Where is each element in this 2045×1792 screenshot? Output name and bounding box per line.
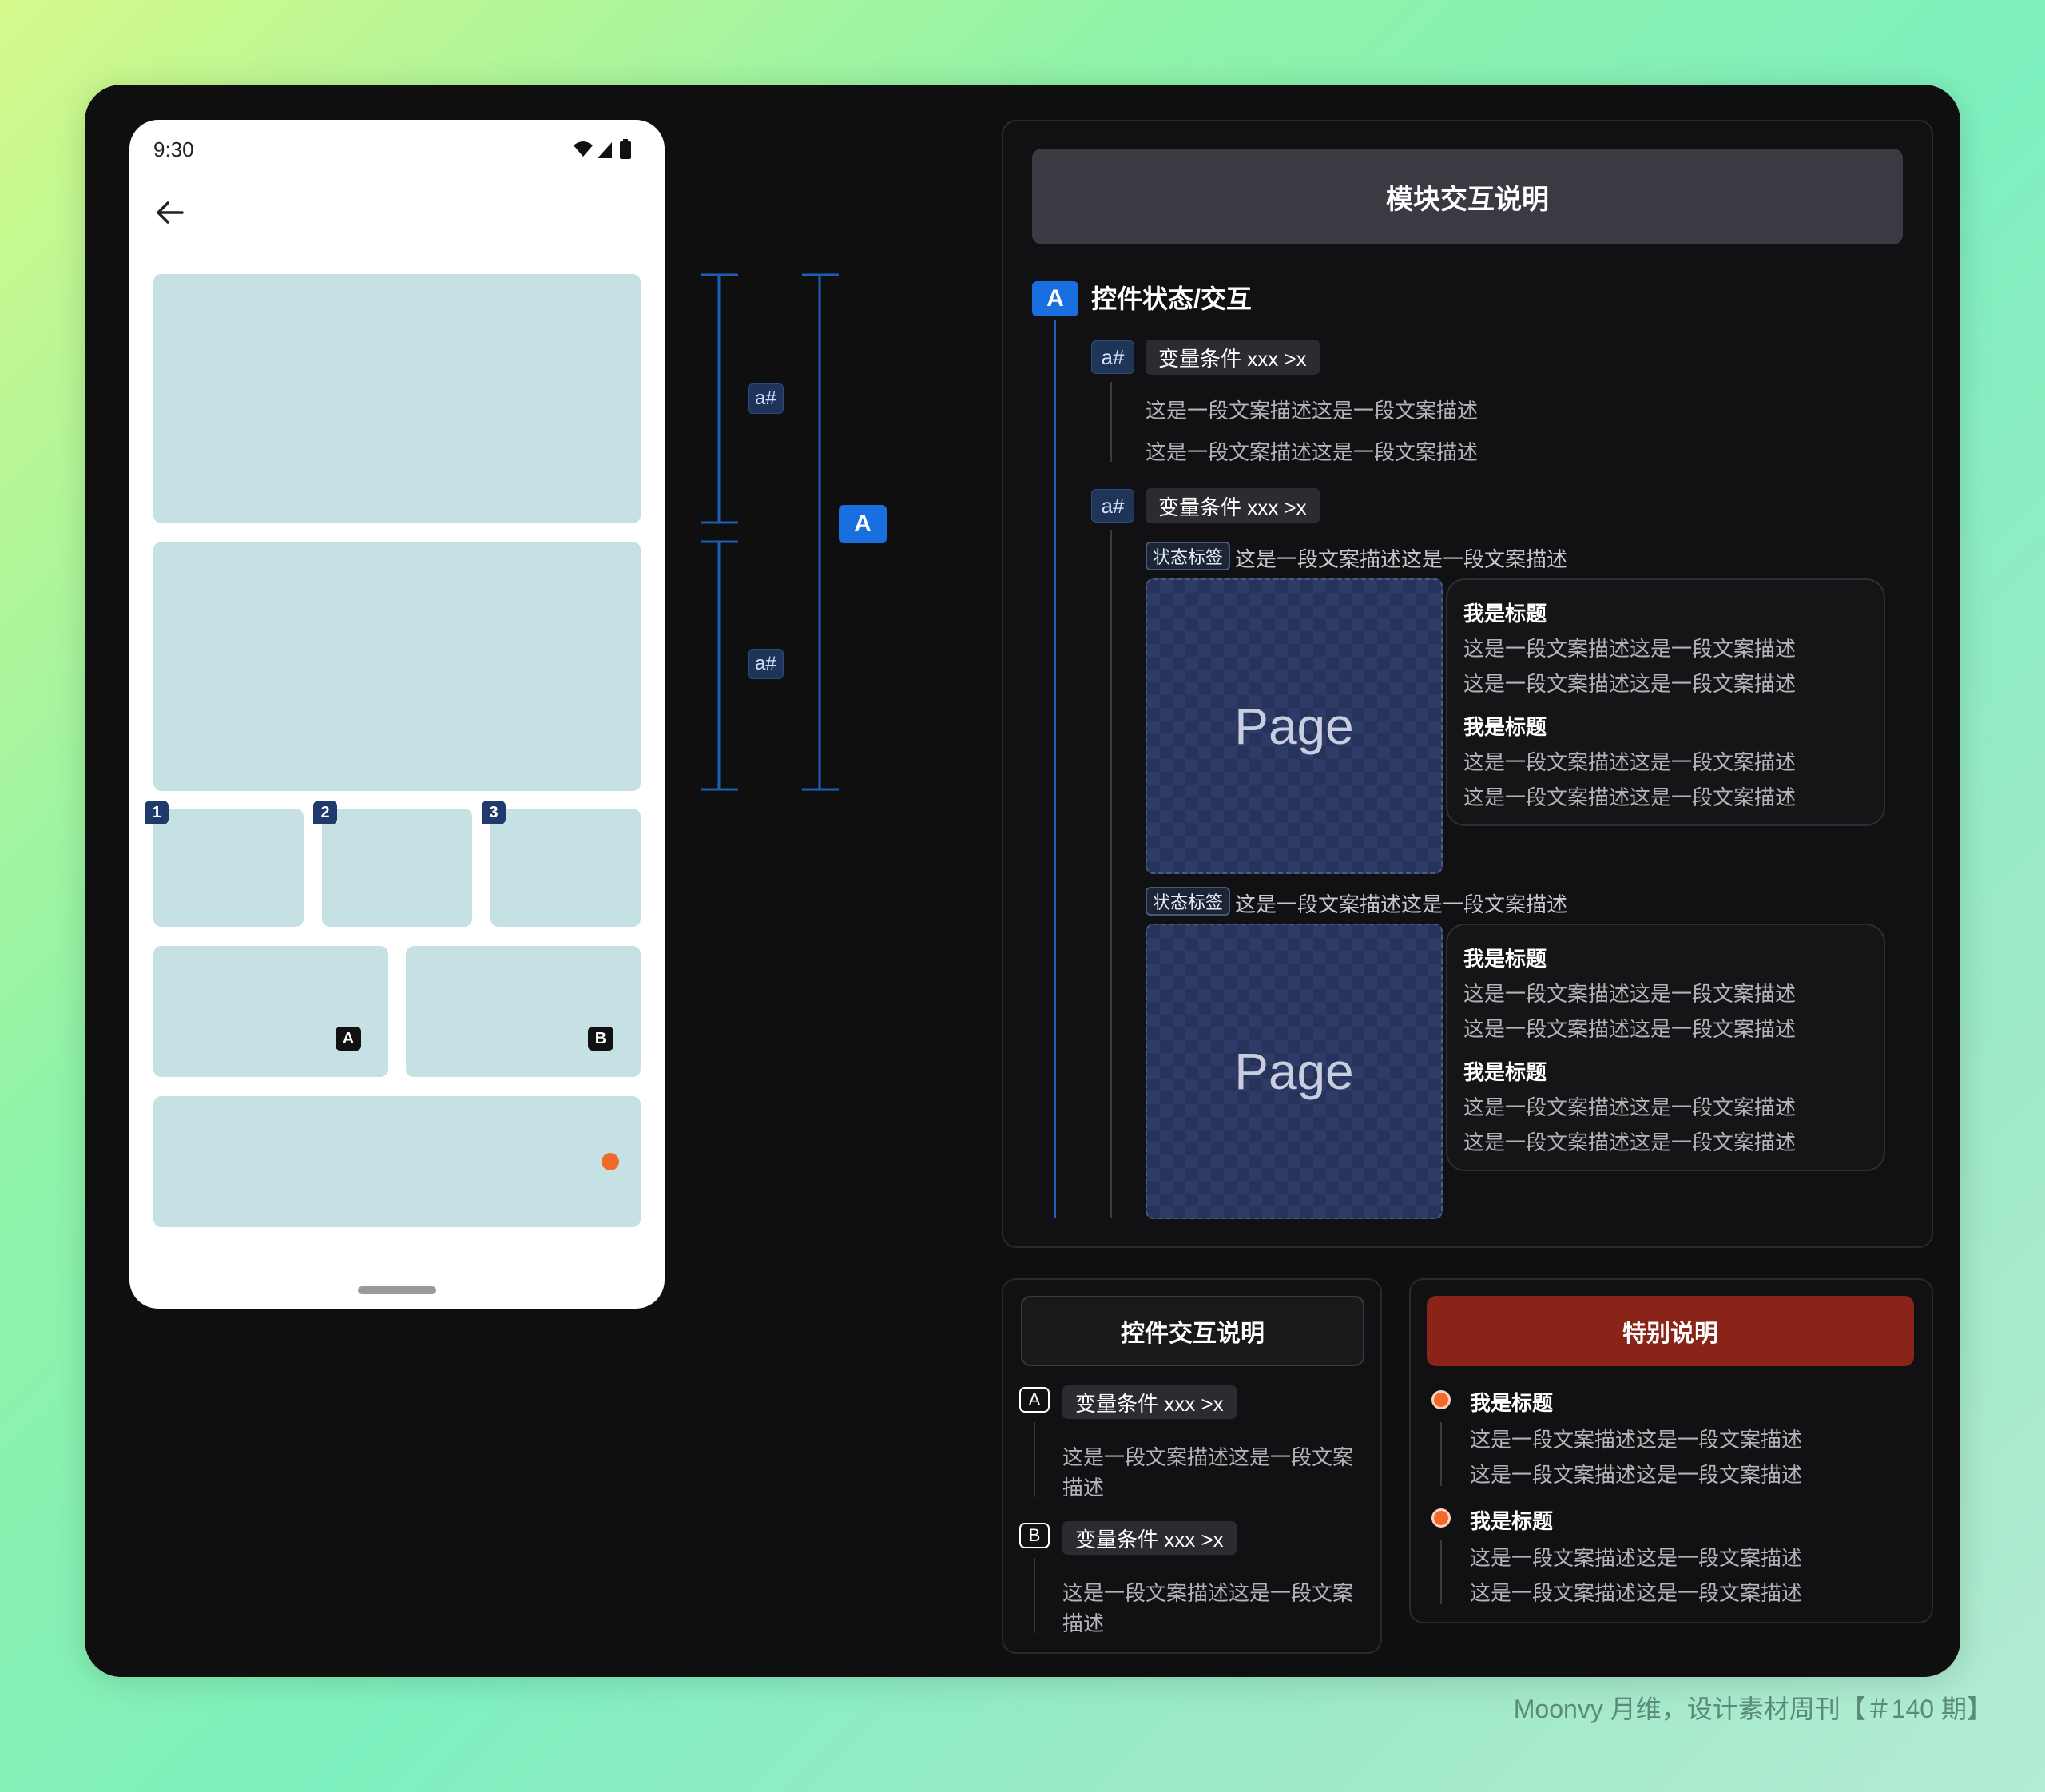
special-bullet-2	[1432, 1508, 1451, 1528]
item-2-condition: 变量条件 xxx >x	[1146, 488, 1320, 523]
special-1-title: 我是标题	[1470, 1391, 1554, 1415]
card-1-desc-2a: 这是一段文案描述这是一段文案描述	[1463, 750, 1797, 774]
state-tag-2: 状态标签	[1146, 887, 1231, 916]
section-connector-line	[1054, 320, 1056, 1218]
item-2-badge: a#	[1091, 489, 1134, 523]
watermark-caption: Moonvy 月维，设计素材周刊【＃140 期】	[1513, 1695, 1992, 1723]
item-1-condition: 变量条件 xxx >x	[1146, 340, 1320, 375]
measure-tag-1: a#	[748, 383, 784, 414]
control-a-desc-1: 这是一段文案描述这是一段文案	[1062, 1445, 1354, 1469]
block-badge-3: 3	[482, 801, 506, 824]
control-b-desc-2: 描述	[1062, 1611, 1105, 1635]
special-panel-title: 特别说明	[1427, 1296, 1914, 1366]
state-tag-1: 状态标签	[1146, 542, 1231, 570]
section-title: 控件状态/交互	[1091, 284, 1252, 313]
special-2-title: 我是标题	[1470, 1509, 1554, 1533]
card-block-b[interactable]	[406, 946, 641, 1077]
item-1-desc-1: 这是一段文案描述这是一段文案描述	[1146, 399, 1479, 423]
grid-block-2[interactable]	[322, 809, 472, 927]
content-block-second[interactable]	[153, 542, 641, 791]
card-block-a[interactable]	[153, 946, 388, 1077]
content-block-top[interactable]	[153, 274, 641, 523]
item-1-desc-2: 这是一段文案描述这是一段文案描述	[1146, 440, 1479, 464]
special-1-desc-1: 这是一段文案描述这是一段文案描述	[1470, 1428, 1803, 1452]
card-1-desc-1b: 这是一段文案描述这是一段文案描述	[1463, 672, 1797, 696]
card-2-desc-1b: 这是一段文案描述这是一段文案描述	[1463, 1017, 1797, 1041]
status-time: 9:30	[153, 137, 194, 161]
back-arrow-icon[interactable]	[153, 197, 185, 228]
card-2-title-2: 我是标题	[1463, 1060, 1547, 1084]
card-2-desc-2b: 这是一段文案描述这是一段文案描述	[1463, 1130, 1797, 1154]
special-bullet-1	[1432, 1390, 1451, 1409]
grid-block-3[interactable]	[490, 809, 641, 927]
measure-tag-2: a#	[748, 649, 784, 679]
control-b-condition: 变量条件 xxx >x	[1062, 1521, 1237, 1555]
control-b-desc-1: 这是一段文案描述这是一段文案	[1062, 1581, 1354, 1605]
special-2-desc-2: 这是一段文案描述这是一段文案描述	[1470, 1581, 1803, 1605]
item-2-line	[1110, 530, 1112, 1218]
control-badge-a: A	[1019, 1387, 1050, 1413]
special-2-line	[1440, 1540, 1442, 1604]
item-1-badge: a#	[1091, 340, 1134, 374]
card-badge-b: B	[588, 1027, 614, 1051]
card-1-desc-1a: 这是一段文案描述这是一段文案描述	[1463, 637, 1797, 661]
control-a-line	[1034, 1422, 1035, 1497]
control-a-condition: 变量条件 xxx >x	[1062, 1385, 1237, 1419]
notification-dot	[602, 1153, 619, 1170]
phone-mockup: 9:30 1 2 3 A B	[129, 120, 665, 1309]
card-1-title-2: 我是标题	[1463, 715, 1547, 739]
state-1-desc: 这是一段文案描述这是一段文案描述	[1235, 547, 1568, 571]
grid-block-1[interactable]	[153, 809, 304, 927]
signal-icon	[598, 142, 612, 158]
page-placeholder-1: Page	[1146, 578, 1443, 874]
block-badge-2: 2	[313, 801, 337, 824]
card-1-desc-2b: 这是一段文案描述这是一段文案描述	[1463, 785, 1797, 809]
card-2-desc-1a: 这是一段文案描述这是一段文案描述	[1463, 982, 1797, 1006]
item-1-line	[1110, 382, 1112, 462]
wifi-icon	[574, 141, 593, 157]
measure-section-tag: A	[839, 505, 887, 543]
content-block-bottom[interactable]	[153, 1096, 641, 1227]
block-badge-1: 1	[145, 801, 169, 824]
card-2-title-1: 我是标题	[1463, 947, 1547, 971]
section-a-badge: A	[1032, 281, 1078, 316]
home-indicator	[358, 1286, 436, 1294]
page-placeholder-2: Page	[1146, 924, 1443, 1219]
card-badge-a: A	[336, 1027, 361, 1051]
special-1-line	[1440, 1422, 1442, 1486]
state-2-desc: 这是一段文案描述这是一段文案描述	[1235, 892, 1568, 916]
card-2-desc-2a: 这是一段文案描述这是一段文案描述	[1463, 1095, 1797, 1119]
status-icons	[574, 139, 631, 159]
control-panel-title: 控件交互说明	[1021, 1296, 1364, 1366]
special-1-desc-2: 这是一段文案描述这是一段文案描述	[1470, 1463, 1803, 1487]
control-badge-b: B	[1019, 1523, 1050, 1548]
control-b-line	[1034, 1558, 1035, 1633]
battery-icon	[620, 141, 631, 159]
special-2-desc-1: 这是一段文案描述这是一段文案描述	[1470, 1546, 1803, 1570]
module-panel-title: 模块交互说明	[1032, 149, 1903, 244]
control-a-desc-2: 描述	[1062, 1476, 1105, 1500]
card-1-title-1: 我是标题	[1463, 602, 1547, 626]
